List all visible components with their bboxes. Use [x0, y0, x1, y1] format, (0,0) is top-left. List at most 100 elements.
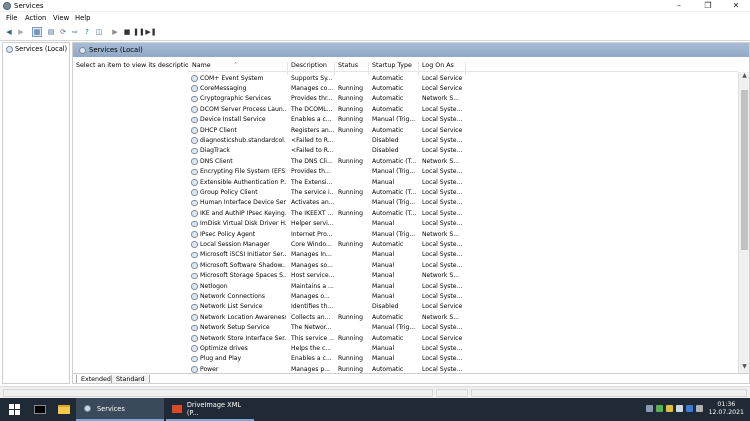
service-row[interactable]: Encrypting File System (EFS) Provides th.…	[188, 167, 738, 177]
column-header-name[interactable]: Name	[192, 62, 211, 69]
show-hide-console-tree-icon[interactable]: ▦	[32, 27, 42, 37]
service-description: Manages so...	[291, 261, 333, 269]
service-row[interactable]: Local Session Manager Core Windo... Runnin…	[188, 239, 738, 249]
service-description: <Failed to R...	[291, 147, 334, 155]
refresh-icon[interactable]: ⟳	[58, 27, 68, 37]
service-row[interactable]: ImDisk Virtual Disk Driver H... Helper se…	[188, 219, 738, 229]
service-startup-type: Automatic	[372, 126, 404, 134]
service-row[interactable]: IKE and AuthIP IPsec Keying... The IKEEXT…	[188, 208, 738, 218]
column-header-log-on-as[interactable]: Log On As	[422, 62, 454, 69]
service-status: Running	[338, 105, 363, 113]
battery-icon[interactable]	[696, 405, 703, 412]
taskbar-file-explorer[interactable]	[52, 398, 76, 421]
service-row[interactable]: Network List Service Identifies th... Disa…	[188, 302, 738, 312]
service-row[interactable]: Cryptographic Services Provides thr... Run…	[188, 94, 738, 104]
taskbar-driveimage[interactable]: DriveImage XML (P...	[166, 398, 254, 421]
tree-node-services-local[interactable]: Services (Local)	[6, 45, 67, 53]
menu-view[interactable]: View	[53, 14, 69, 22]
export-list-icon[interactable]: ⇨	[70, 27, 80, 37]
service-log-on-as: Local Syste...	[422, 136, 463, 144]
service-row[interactable]: Plug and Play Enables a c... Running Manual…	[188, 354, 738, 364]
service-startup-type: Manual	[372, 261, 395, 269]
gear-icon	[191, 231, 198, 238]
service-row[interactable]: Network Connections Manages o... Manual Loc…	[188, 291, 738, 301]
service-row[interactable]: Device Install Service Enables a c... Runn…	[188, 115, 738, 125]
gear-icon	[191, 251, 198, 259]
taskbar-terminal[interactable]	[28, 398, 52, 421]
service-row[interactable]: Human Interface Device Ser... Activates a…	[188, 198, 738, 208]
tray-app-icon[interactable]	[666, 405, 673, 412]
maximize-button[interactable]: ❐	[694, 0, 722, 12]
gear-icon	[191, 199, 198, 207]
service-row[interactable]: Optimize drives Helps the c... Manual Local…	[188, 343, 738, 353]
service-startup-type: Manual (Trig...	[372, 324, 416, 332]
service-row[interactable]: CoreMessaging Manages co... Running Automat…	[188, 83, 738, 93]
scroll-up-icon[interactable]: ▲	[739, 72, 749, 82]
service-row[interactable]: Power Manages p... Running Automatic Local S…	[188, 364, 738, 373]
service-row[interactable]: DHCP Client Registers an... Running Automat…	[188, 125, 738, 135]
service-row[interactable]: COM+ Event System Supports Sy... Automatic…	[188, 73, 738, 83]
column-header-status[interactable]: Status	[338, 62, 358, 69]
service-description: The DNS Cli...	[291, 157, 333, 165]
service-startup-type: Automatic	[372, 84, 404, 92]
clock[interactable]: 01:36 12.07.2021	[709, 401, 744, 417]
service-row[interactable]: DiagTrack <Failed to R... Disabled Local Sy…	[188, 146, 738, 156]
menu-file[interactable]: File	[6, 14, 17, 22]
service-row[interactable]: Microsoft iSCSI Initiator Ser... Manages …	[188, 250, 738, 260]
status-cell	[3, 389, 433, 397]
start-service-icon[interactable]: ▶	[110, 27, 120, 37]
service-row[interactable]: Microsoft Software Shadow... Manages so..…	[188, 260, 738, 270]
service-log-on-as: Local Service	[422, 74, 463, 82]
properties-icon[interactable]: ▤	[46, 27, 56, 37]
service-row[interactable]: Extensible Authentication P... The Extens…	[188, 177, 738, 187]
scroll-thumb[interactable]	[741, 90, 748, 250]
service-row[interactable]: IPsec Policy Agent Internet Pro... Manual …	[188, 229, 738, 239]
menu-action[interactable]: Action	[25, 14, 46, 22]
security-icon[interactable]	[656, 405, 663, 412]
service-row[interactable]: DCOM Server Process Laun... The DCOML... R…	[188, 104, 738, 114]
stop-service-icon[interactable]: ■	[122, 27, 132, 37]
speaker-icon[interactable]	[676, 405, 683, 412]
restart-service-icon[interactable]: ▶❚	[145, 27, 156, 37]
service-name: DHCP Client	[200, 126, 237, 134]
gear-icon	[6, 45, 13, 53]
service-row[interactable]: Group Policy Client The service i... Runni…	[188, 187, 738, 197]
taskbar-services[interactable]: Services	[76, 398, 164, 421]
service-row[interactable]: DNS Client The DNS Cli... Running Automatic…	[188, 156, 738, 166]
menu-help[interactable]: Help	[75, 14, 91, 22]
service-row[interactable]: Network Setup Service The Networ... Manual…	[188, 323, 738, 333]
service-name: CoreMessaging	[200, 84, 247, 92]
console-tree: Services (Local)	[2, 42, 70, 384]
help-icon[interactable]: ?	[82, 27, 92, 37]
service-name: IPsec Policy Agent	[200, 230, 256, 238]
service-name: Network Connections	[200, 292, 266, 300]
network-icon[interactable]	[646, 405, 653, 412]
column-header-startup-type[interactable]: Startup Type	[372, 62, 412, 69]
back-arrow-icon[interactable]: ◀	[4, 27, 14, 37]
service-log-on-as: Local Service	[422, 126, 463, 134]
tab-extended[interactable]: Extended	[76, 375, 116, 383]
forward-arrow-icon[interactable]: ▶	[16, 27, 26, 37]
tree-node-label: Services (Local)	[15, 45, 68, 53]
service-row[interactable]: Netlogon Maintains a ... Manual Local Syste…	[188, 281, 738, 291]
console-view-icon[interactable]: ◫	[94, 27, 104, 37]
tab-standard[interactable]: Standard	[111, 375, 150, 383]
service-startup-type: Automatic	[372, 365, 404, 373]
tray-app-icon[interactable]	[686, 405, 693, 412]
gear-icon	[191, 314, 198, 321]
minimize-button[interactable]: –	[665, 0, 693, 12]
start-button[interactable]	[0, 398, 28, 421]
service-row[interactable]: Network Store Interface Ser... This servi…	[188, 333, 738, 343]
column-header-description[interactable]: Description	[291, 62, 327, 69]
close-button[interactable]: ✕	[722, 0, 750, 12]
vertical-scrollbar[interactable]: ▲ ▼	[738, 72, 749, 373]
service-description: Activates an...	[291, 199, 334, 207]
service-row[interactable]: diagnosticshub.standardcol... <Failed to …	[188, 135, 738, 145]
pause-service-icon[interactable]: ❚❚	[133, 27, 145, 37]
service-startup-type: Manual	[372, 178, 395, 186]
scroll-down-icon[interactable]: ▼	[739, 363, 749, 373]
service-row[interactable]: Microsoft Storage Spaces S... Host servic…	[188, 271, 738, 281]
service-row[interactable]: Network Location Awareness Collects an...…	[188, 312, 738, 322]
gear-icon	[191, 335, 198, 342]
status-cell	[436, 389, 468, 397]
